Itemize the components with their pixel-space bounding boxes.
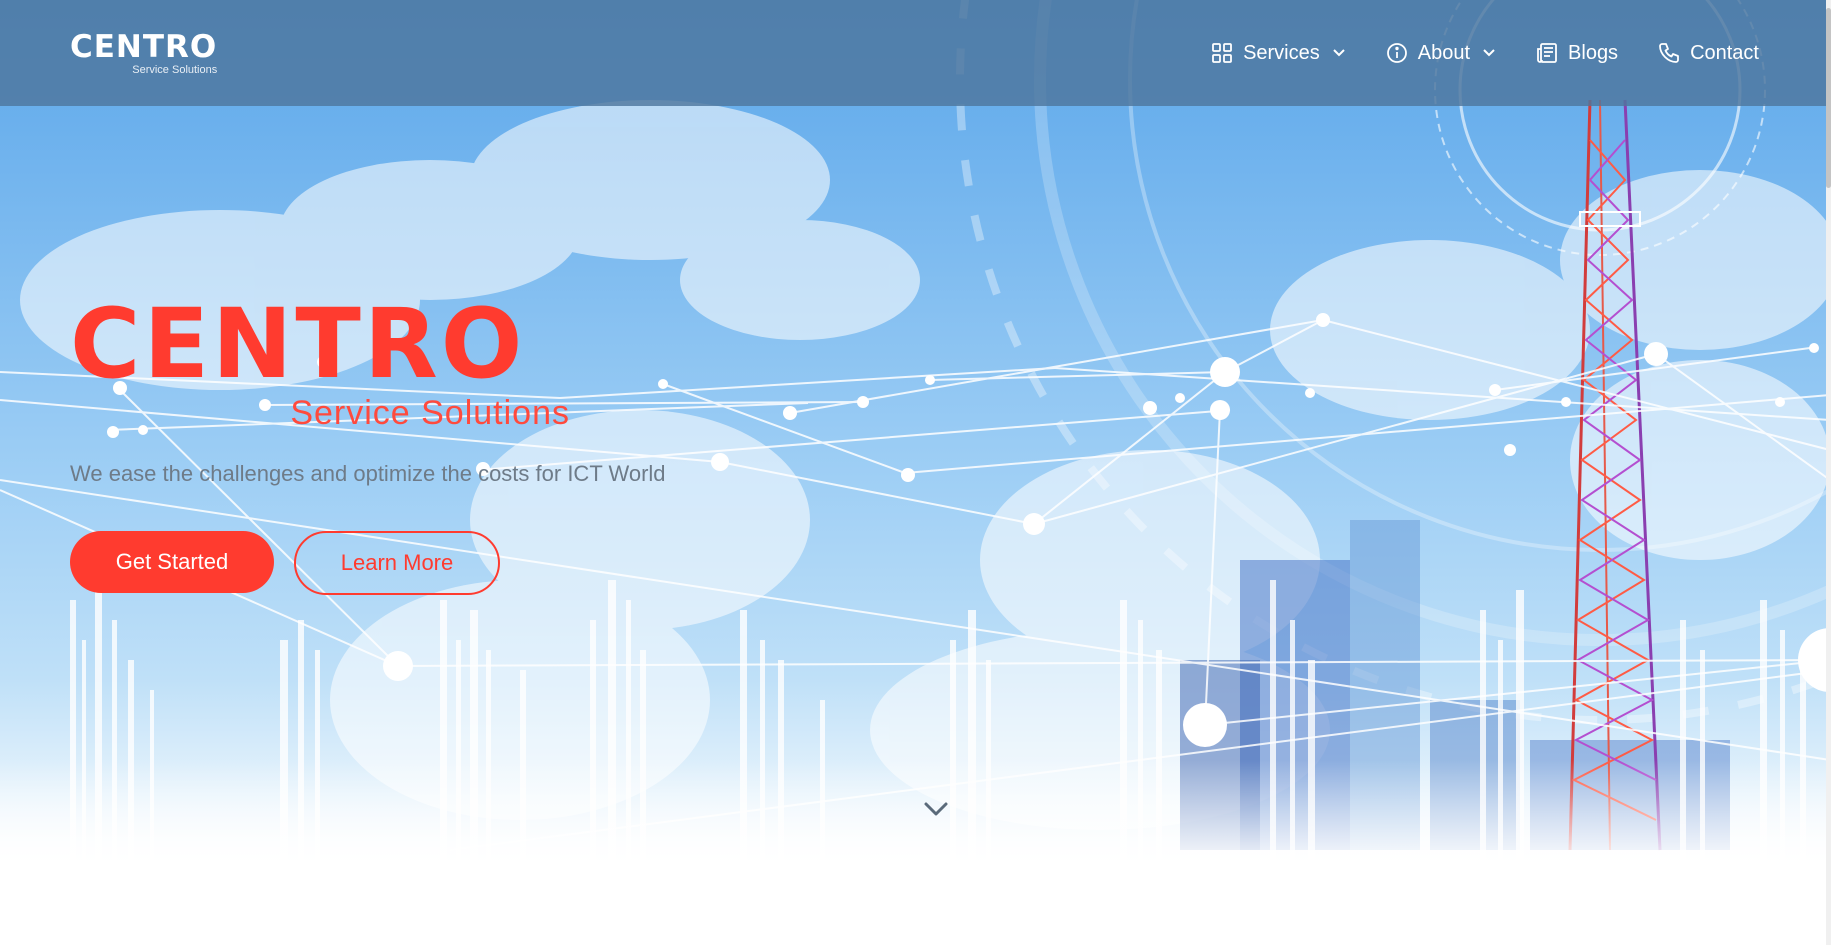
chevron-down-icon [1482,46,1496,60]
page-scrollbar[interactable] [1826,0,1831,945]
brand-name: CENTRO [70,28,218,65]
phone-icon [1658,42,1680,64]
chevron-down-icon [1332,46,1346,60]
grid-icon [1211,42,1233,64]
nav-item-label: Services [1243,41,1320,64]
nav-item-label: Contact [1690,41,1759,64]
nav-item-blogs[interactable]: Blogs [1536,42,1618,65]
hero-buttons: Get Started Learn More [70,531,666,595]
brand-logo[interactable]: CENTRO Service Solutions [70,31,217,76]
nav-item-services[interactable]: Services [1211,42,1346,65]
main-nav: Services About Blogs Contact [1211,42,1759,65]
hero-title: CENTRO [70,288,526,400]
top-navbar: CENTRO Service Solutions Services About [0,0,1831,106]
brand-tagline: Service Solutions [132,63,218,76]
learn-more-button[interactable]: Learn More [294,531,500,595]
hero-section: CENTRO Service Solutions We ease the cha… [0,0,1831,870]
nav-item-about[interactable]: About [1386,42,1496,65]
chevron-down-icon[interactable] [922,798,950,820]
nav-item-label: Blogs [1568,41,1619,64]
bottom-fade [0,760,1831,870]
newspaper-icon [1536,42,1558,64]
nav-item-contact[interactable]: Contact [1658,42,1759,65]
hero-description: We ease the challenges and optimize the … [70,461,666,486]
hero-content: CENTRO Service Solutions We ease the cha… [70,296,666,595]
nav-item-label: About [1417,41,1471,64]
get-started-button[interactable]: Get Started [70,531,274,593]
info-icon [1386,42,1408,64]
scrollbar-thumb[interactable] [1826,8,1831,188]
